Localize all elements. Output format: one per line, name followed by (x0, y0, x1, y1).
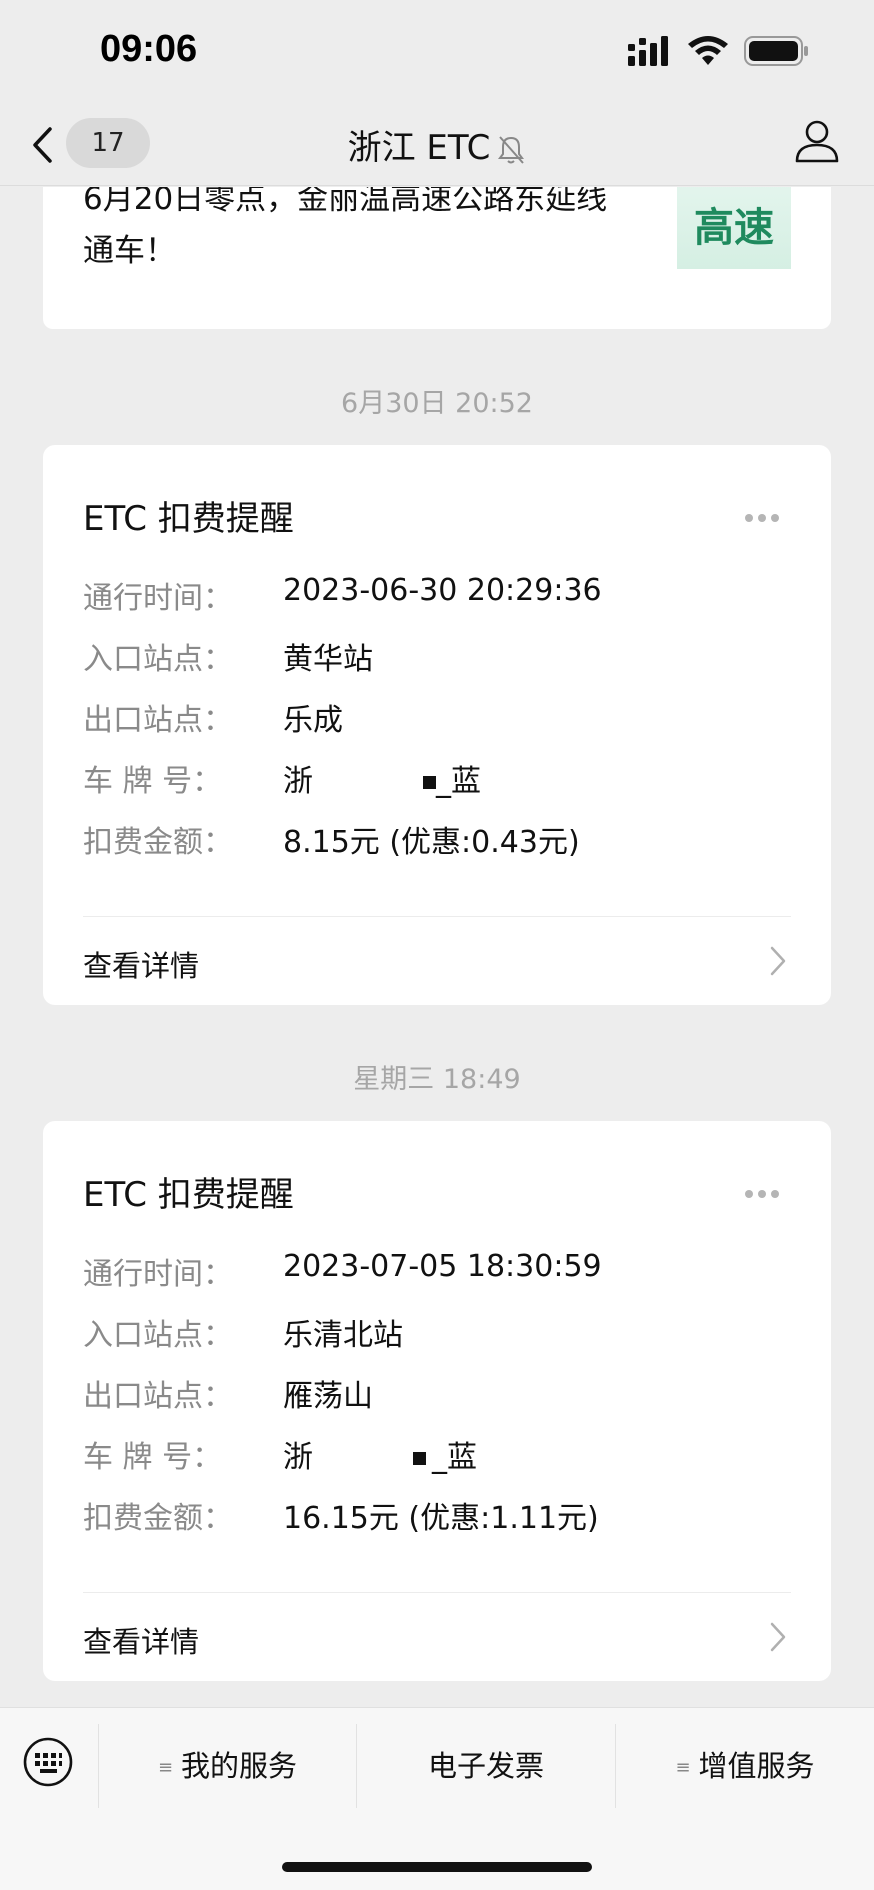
plate-value: 浙 _蓝 (283, 1432, 477, 1476)
menu-label: 增值服务 (698, 1749, 815, 1783)
plate-prefix: 浙 (283, 764, 313, 799)
more-options-icon[interactable] (745, 507, 785, 522)
view-details-label: 查看详情 (83, 949, 200, 983)
menu-label: 我的服务 (181, 1749, 298, 1783)
field-value: 乐成 (283, 703, 343, 738)
chevron-right-icon (770, 946, 786, 976)
field-value: 乐清北站 (283, 1318, 403, 1353)
field-label: 入口站点： (83, 642, 233, 677)
menu-label: 电子发票 (427, 1749, 544, 1783)
home-indicator[interactable] (282, 1862, 592, 1872)
field-label: 出口站点： (83, 1379, 233, 1414)
article-thumbnail-text: 高速 (694, 205, 774, 251)
field-value: 8.15元 (优惠:0.43元) (283, 825, 580, 860)
redaction-block (423, 776, 436, 789)
page-title: 浙江 ETC (0, 120, 874, 169)
status-time: 09:06 (100, 28, 198, 70)
etc-deduction-card[interactable]: ETC 扣费提醒 通行时间： 2023-06-30 20:29:36 入口站点：… (43, 445, 831, 1005)
chat-content[interactable]: 6月20日零点，金丽温高速公路东延线通车！ 高速 6月30日 20:52 ETC… (0, 187, 874, 1707)
more-options-icon[interactable] (745, 1183, 785, 1198)
wifi-icon (688, 36, 728, 65)
field-label: 出口站点： (83, 703, 233, 738)
field-value: 2023-06-30 20:29:36 (283, 573, 602, 608)
card-title: ETC 扣费提醒 (83, 1175, 294, 1215)
battery-icon (744, 36, 808, 66)
field-value: 2023-07-05 18:30:59 (283, 1249, 602, 1284)
field-label: 通行时间： (83, 1257, 233, 1292)
redaction-block (413, 1452, 426, 1465)
chevron-right-icon (770, 1622, 786, 1652)
menu-e-invoice[interactable]: 电子发票 (357, 1724, 615, 1808)
etc-deduction-card[interactable]: ETC 扣费提醒 通行时间： 2023-07-05 18:30:59 入口站点：… (43, 1121, 831, 1681)
field-label: 通行时间： (83, 581, 233, 616)
plate-suffix: _蓝 (432, 1440, 477, 1475)
field-label: 车 牌 号： (83, 764, 223, 799)
view-details-button[interactable]: 查看详情 (43, 917, 831, 1005)
article-card[interactable]: 6月20日零点，金丽温高速公路东延线通车！ 高速 (43, 187, 831, 329)
keyboard-icon[interactable] (22, 1736, 74, 1788)
chat-header: 17 浙江 ETC (0, 100, 874, 186)
field-label: 入口站点： (83, 1318, 233, 1353)
message-timestamp: 星期三 18:49 (353, 1064, 521, 1095)
field-value: 黄华站 (283, 642, 373, 677)
field-label: 扣费金额： (83, 825, 233, 860)
field-value: 16.15元 (优惠:1.11元) (283, 1501, 599, 1536)
card-title: ETC 扣费提醒 (83, 499, 294, 539)
message-timestamp: 6月30日 20:52 (341, 388, 533, 419)
mute-bell-icon (498, 135, 525, 164)
article-title: 6月20日零点，金丽温高速公路东延线通车！ (83, 187, 608, 269)
view-details-label: 查看详情 (83, 1625, 200, 1659)
plate-suffix: _蓝 (436, 764, 481, 799)
field-label: 扣费金额： (83, 1501, 233, 1536)
view-details-button[interactable]: 查看详情 (43, 1593, 831, 1681)
field-label: 车 牌 号： (83, 1440, 223, 1475)
list-icon: ≡ (157, 1757, 174, 1778)
plate-prefix: 浙 (283, 1440, 313, 1475)
article-thumbnail: 高速 (677, 187, 791, 269)
page-title-text: 浙江 ETC (347, 128, 491, 168)
menu-value-added-services[interactable]: ≡ 增值服务 (616, 1724, 874, 1808)
status-bar: 09:06 (0, 0, 874, 100)
list-icon: ≡ (675, 1757, 691, 1778)
menu-my-services[interactable]: ≡ 我的服务 (99, 1724, 356, 1808)
plate-value: 浙 _蓝 (283, 756, 481, 800)
signal-icon (628, 36, 668, 66)
field-value: 雁荡山 (283, 1379, 373, 1414)
profile-icon[interactable] (794, 118, 840, 164)
